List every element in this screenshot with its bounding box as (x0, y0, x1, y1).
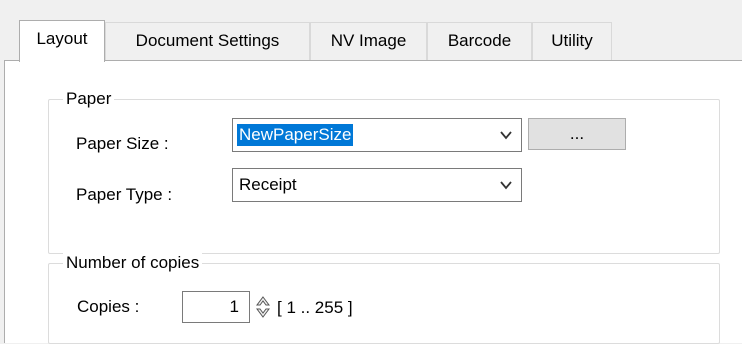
paper-size-label: Paper Size : (76, 134, 169, 153)
copies-groupbox: Number of copies (48, 253, 720, 344)
tab-layout-label: Layout (36, 29, 88, 48)
tab-layout[interactable]: Layout (19, 20, 105, 62)
paper-group-title: Paper (63, 89, 115, 109)
copies-label: Copies : (77, 297, 140, 316)
paper-type-label: Paper Type : (76, 185, 173, 204)
tab-document-settings-label: Document Settings (135, 31, 280, 50)
tab-utility-label: Utility (551, 31, 593, 50)
tab-nv-image-label: NV Image (330, 31, 407, 50)
tab-utility[interactable]: Utility (532, 22, 612, 60)
paper-type-value: Receipt (239, 175, 297, 194)
copies-group-title: Number of copies (63, 253, 203, 273)
copies-range-text: [ 1 .. 255 ] (277, 298, 353, 317)
paper-type-dropdown[interactable]: Receipt (232, 168, 522, 202)
chevron-down-icon[interactable] (499, 127, 513, 141)
copies-input[interactable]: 1 (182, 291, 250, 323)
tab-barcode[interactable]: Barcode (427, 22, 532, 60)
paper-size-browse-button[interactable]: ... (528, 118, 626, 150)
paper-size-dropdown[interactable]: NewPaperSize (232, 118, 522, 152)
tab-document-settings[interactable]: Document Settings (105, 22, 310, 60)
tab-barcode-label: Barcode (447, 31, 512, 50)
tab-strip: Layout Document Settings NV Image Barcod… (0, 0, 742, 62)
spin-up-down-icon[interactable] (255, 294, 271, 320)
tab-nv-image[interactable]: NV Image (310, 22, 427, 60)
layout-tab-panel: Paper Paper Size : NewPaperSize ... Pape… (4, 60, 742, 344)
paper-size-value: NewPaperSize (237, 124, 354, 146)
chevron-down-icon[interactable] (499, 177, 513, 191)
